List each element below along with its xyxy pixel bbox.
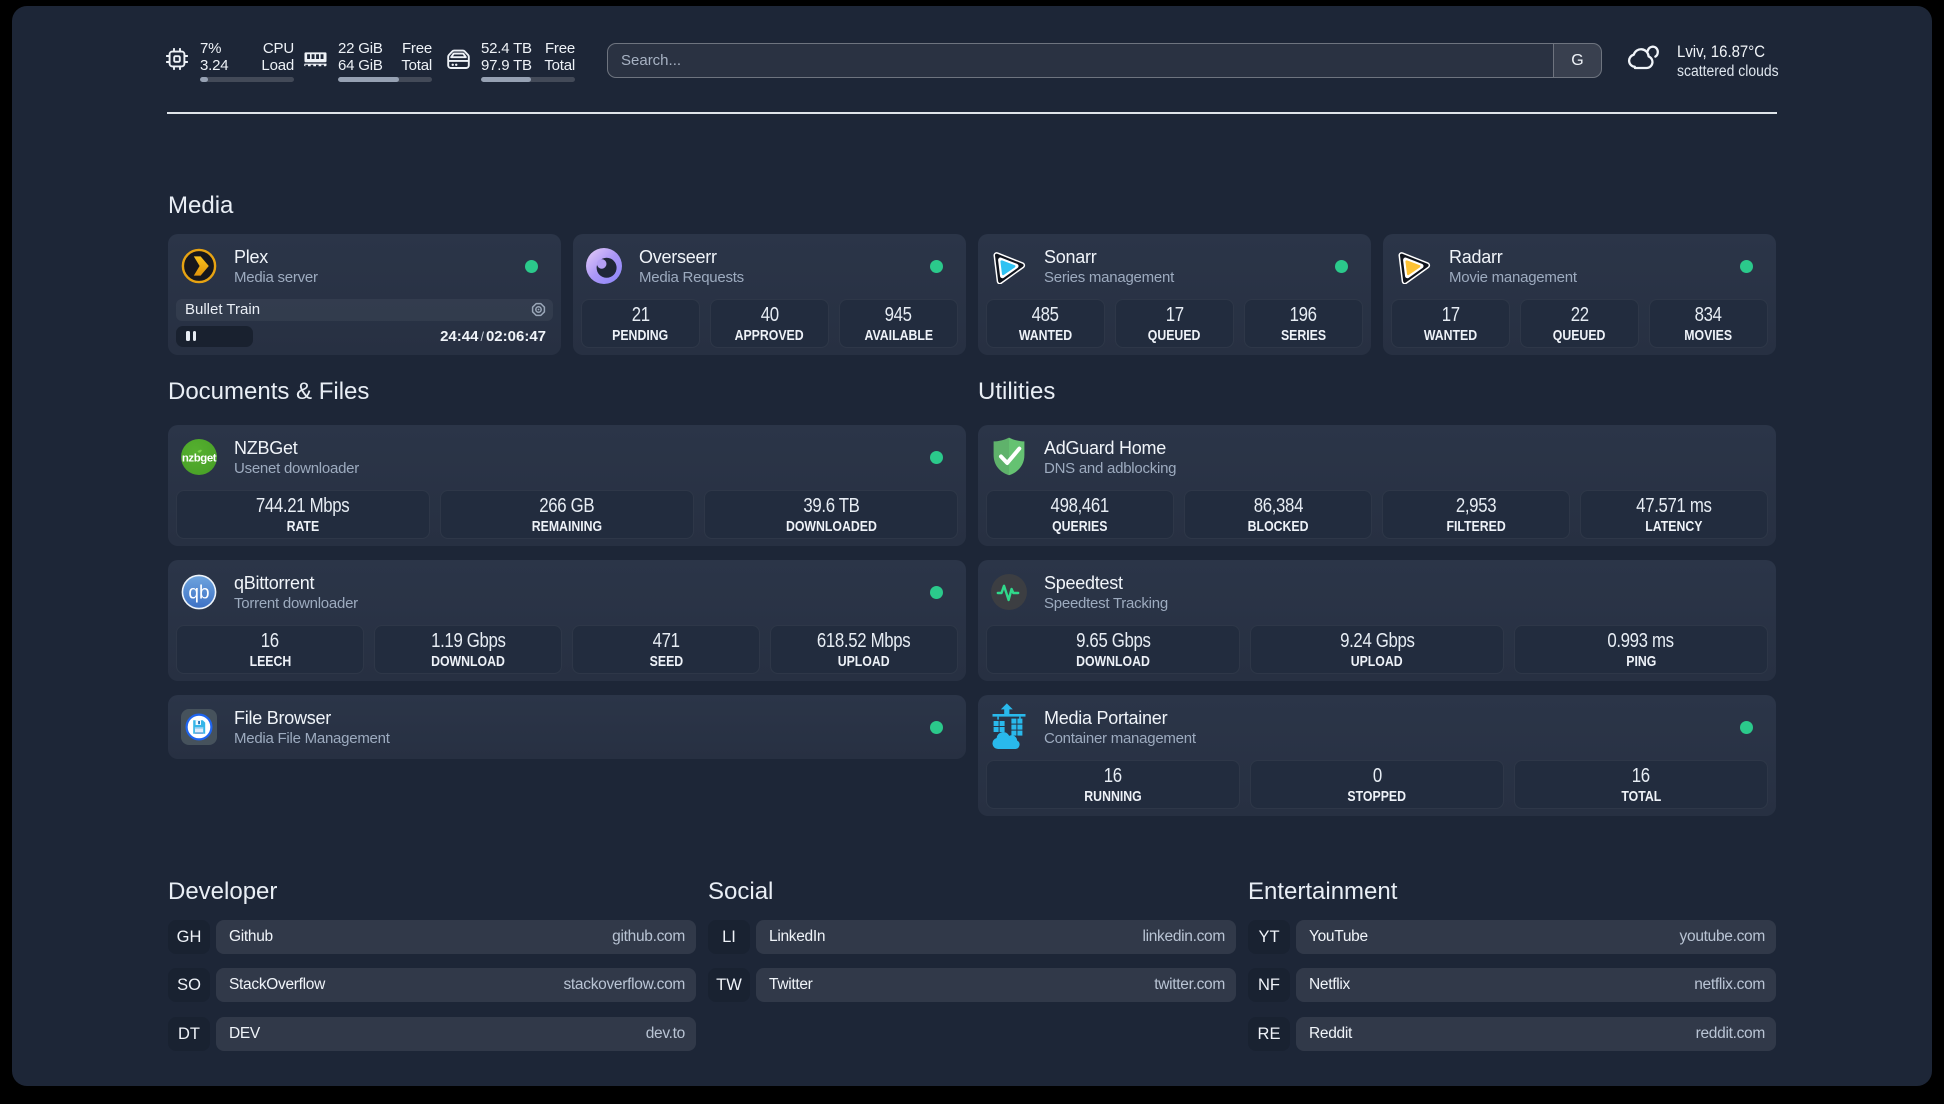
- svg-text:nzbget: nzbget: [182, 453, 217, 465]
- svg-text:qb: qb: [188, 583, 209, 604]
